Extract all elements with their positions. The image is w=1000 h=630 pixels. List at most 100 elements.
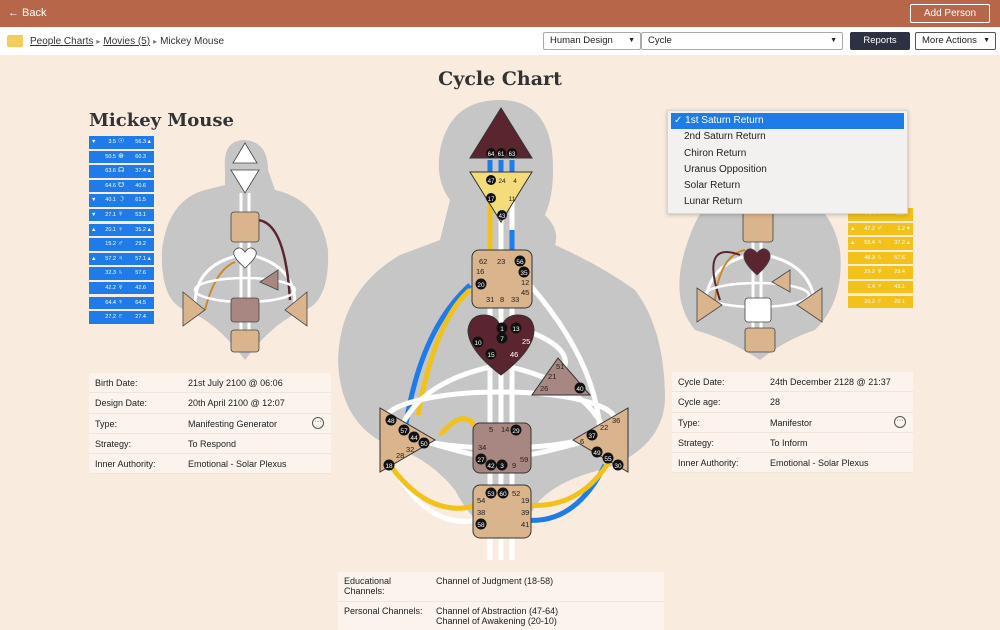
gate-label: 12 xyxy=(521,278,529,287)
cycle-age-row: Cycle age: 28 xyxy=(672,392,913,413)
authority-value: Emotional - Solar Plexus xyxy=(188,459,287,470)
gate-label: 63 xyxy=(509,152,516,158)
throat-center-mini xyxy=(742,211,774,243)
strategy-row: Strategy: To Respond xyxy=(89,434,331,455)
gate-label: 26 xyxy=(540,384,548,393)
cycle-date-row: Cycle Date: 24th December 2128 @ 21:37 xyxy=(672,372,913,393)
birth-info-table: Birth Date: 21st July 2100 @ 06:06 Design… xyxy=(89,373,331,475)
authority-label: Inner Authority: xyxy=(95,459,156,470)
bodygraph-area: 64 61 63 47 24 4 17 11 43 62 23 56 16 35… xyxy=(161,100,841,560)
educational-channels-row: Educational Channels: Channel of Judgmen… xyxy=(338,572,664,602)
educational-channels-value: Channel of Judgment (18-58) xyxy=(436,576,554,586)
gate-label: 54 xyxy=(477,496,485,505)
gate-label: 25 xyxy=(522,337,530,346)
gate-label: 55 xyxy=(604,456,612,463)
gate-label: 7 xyxy=(500,336,504,343)
cycle-bodygraph: 64 61 63 47 24 4 17 11 43 62 23 56 16 35… xyxy=(338,100,665,560)
root-center-mini xyxy=(230,329,260,353)
gate-label: 47 xyxy=(488,179,495,185)
strategy-label: Strategy: xyxy=(678,437,715,448)
root-center-mini xyxy=(744,327,776,353)
gate-label: 15 xyxy=(487,352,495,359)
type-label: Type: xyxy=(678,417,701,428)
gate-label: 10 xyxy=(474,340,482,347)
gate-label: 18 xyxy=(385,463,393,470)
authority-row: Inner Authority: Emotional - Solar Plexus xyxy=(672,453,913,474)
gate-label: 42 xyxy=(487,463,495,470)
authority-label: Inner Authority: xyxy=(678,458,739,469)
cycle-info-table: Cycle Date: 24th December 2128 @ 21:37 Cy… xyxy=(672,372,913,474)
gate-label: 17 xyxy=(488,197,495,203)
gate-label: 38 xyxy=(477,508,485,517)
design-date-row: Design Date: 20th April 2100 @ 12:07 xyxy=(89,393,331,414)
gate-label: 48 xyxy=(387,418,395,425)
gate-label: 20 xyxy=(477,282,485,289)
gate-label: 16 xyxy=(476,267,484,276)
sacral-center-mini xyxy=(230,297,260,323)
sacral-center-mini xyxy=(744,297,772,323)
option-lunar-return[interactable]: Lunar Return xyxy=(668,194,907,210)
gate-label: 29 xyxy=(512,428,520,435)
gate-label: 56 xyxy=(516,259,524,266)
gate-label: 14 xyxy=(501,425,509,434)
strategy-label: Strategy: xyxy=(95,438,132,449)
gate-label: 60 xyxy=(499,491,507,498)
throat-center-mini xyxy=(230,211,260,243)
option-1st-saturn-return[interactable]: ✓ 1st Saturn Return xyxy=(671,113,904,130)
cycle-age-label: Cycle age: xyxy=(678,397,721,408)
gate-label: 24 xyxy=(498,178,506,185)
gate-label: 34 xyxy=(478,443,486,452)
personal-channels-value: Channel of Abstraction (47-64) Channel of… xyxy=(436,606,558,626)
gate-label: 27 xyxy=(477,457,485,464)
design-date-value: 20th April 2100 @ 12:07 xyxy=(188,398,285,409)
gate-label: 23 xyxy=(497,257,505,266)
gate-label: 64 xyxy=(488,152,495,158)
natal-bodygraph xyxy=(161,140,329,360)
birth-date-value: 21st July 2100 @ 06:06 xyxy=(188,378,283,388)
type-row: Type: Manifesting Generator ··· xyxy=(89,414,331,434)
gate-label: 44 xyxy=(410,435,418,442)
gate-label: 50 xyxy=(420,441,428,448)
gate-label: 37 xyxy=(588,433,596,440)
personal-channel-2: Channel of Awakening (20-10) xyxy=(436,616,557,626)
type-value: Manifestor xyxy=(770,417,813,428)
educational-channels-label: Educational Channels: xyxy=(344,576,392,596)
cycle-date-label: Cycle Date: xyxy=(678,377,725,387)
more-options-icon[interactable]: ··· xyxy=(894,415,906,428)
option-solar-return[interactable]: Solar Return xyxy=(668,178,907,194)
gate-label: 45 xyxy=(521,288,529,297)
authority-value: Emotional - Solar Plexus xyxy=(770,458,869,469)
gate-label: 21 xyxy=(548,372,556,381)
cycle-age-value: 28 xyxy=(770,397,781,408)
gate-label: 62 xyxy=(479,257,487,266)
gate-label: 5 xyxy=(489,425,493,434)
gate-label: 39 xyxy=(521,508,529,517)
gate-label: 40 xyxy=(576,386,584,393)
option-chiron-return[interactable]: Chiron Return xyxy=(668,146,907,162)
gate-label: 19 xyxy=(521,496,529,505)
gate-label: 36 xyxy=(612,416,620,425)
option-uranus-opposition[interactable]: Uranus Opposition xyxy=(668,162,907,178)
gate-label: 1 xyxy=(500,326,504,333)
gate-label: 61 xyxy=(498,152,505,158)
more-options-icon[interactable]: ··· xyxy=(312,416,324,429)
cycle-type-dropdown: ✓ 1st Saturn Return 2nd Saturn Return Ch… xyxy=(667,110,908,214)
gate-label: 31 xyxy=(486,295,494,304)
type-value: Manifesting Generator xyxy=(188,418,278,429)
design-date-label: Design Date: xyxy=(95,398,148,409)
gate-label: 58 xyxy=(477,522,485,529)
gate-label: 59 xyxy=(520,455,528,464)
personal-channel-1: Channel of Abstraction (47-64) xyxy=(436,606,559,616)
personal-channels-row: Personal Channels: Channel of Abstractio… xyxy=(338,602,664,630)
gate-label: 6 xyxy=(580,437,584,446)
gate-label: 28 xyxy=(396,451,404,460)
authority-row: Inner Authority: Emotional - Solar Plexus xyxy=(89,454,331,475)
strategy-value: To Inform xyxy=(770,437,808,448)
gate-label: 49 xyxy=(593,450,601,457)
gate-label: 22 xyxy=(600,423,608,432)
strategy-value: To Respond xyxy=(188,438,237,449)
option-2nd-saturn-return[interactable]: 2nd Saturn Return xyxy=(668,129,907,145)
channels-table: Educational Channels: Channel of Judgmen… xyxy=(338,572,664,630)
type-row: Type: Manifestor ··· xyxy=(672,413,913,433)
gate-label: 52 xyxy=(512,489,520,498)
